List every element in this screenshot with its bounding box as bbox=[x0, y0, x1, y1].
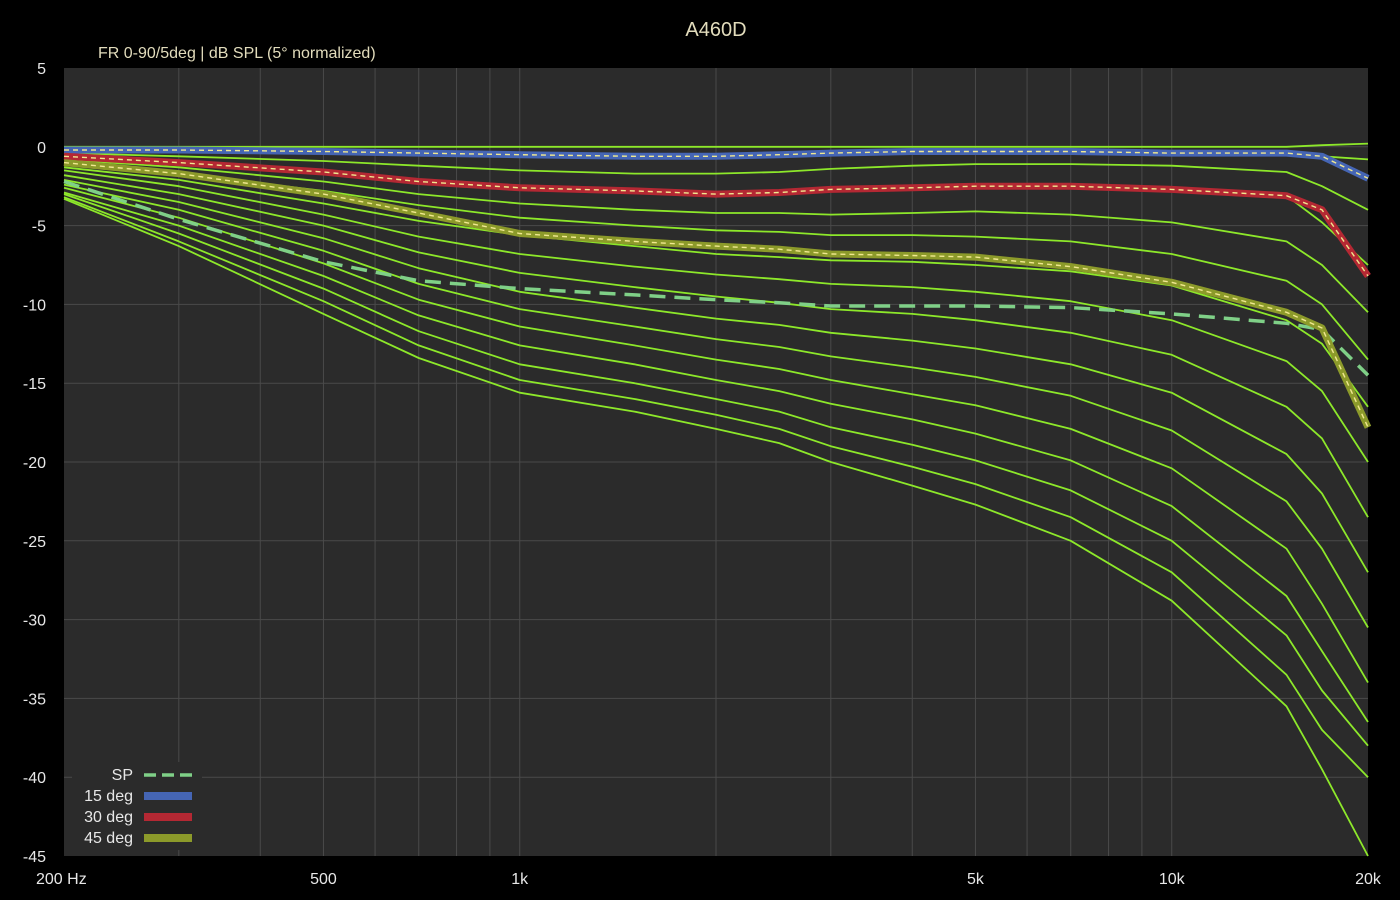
x-tick-label: 500 bbox=[310, 871, 337, 888]
y-tick-label: -30 bbox=[23, 613, 46, 630]
y-tick-label: -45 bbox=[23, 849, 46, 866]
x-tick-label: 20k bbox=[1355, 871, 1382, 888]
x-tick-label: 10k bbox=[1159, 871, 1186, 888]
legend-label: 30 deg bbox=[84, 809, 133, 826]
y-tick-label: -5 bbox=[32, 219, 46, 236]
frequency-response-chart: 5 0 -5 -10 -15 -20 -25 -30 -35 -40 -45 200 Hz 500 1k… bbox=[0, 0, 1400, 900]
legend-label: 45 deg bbox=[84, 830, 133, 847]
y-tick-label: -15 bbox=[23, 376, 46, 393]
y-tick-label: -40 bbox=[23, 770, 46, 787]
chart-title: A460D bbox=[685, 19, 746, 41]
legend-label: 15 deg bbox=[84, 788, 133, 805]
y-tick-label: 5 bbox=[37, 61, 46, 78]
chart-subtitle: FR 0-90/5deg | dB SPL (5° normalized) bbox=[98, 45, 376, 62]
x-tick-label: 200 Hz bbox=[36, 871, 87, 888]
legend-label: SP bbox=[112, 767, 133, 784]
legend: SP 15 deg 30 deg 45 deg bbox=[72, 762, 202, 850]
y-tick-label: -20 bbox=[23, 455, 46, 472]
y-tick-label: 0 bbox=[37, 140, 46, 157]
x-tick-label: 5k bbox=[967, 871, 985, 888]
y-tick-label: -10 bbox=[23, 297, 46, 314]
y-tick-label: -35 bbox=[23, 691, 46, 708]
y-tick-label: -25 bbox=[23, 534, 46, 551]
x-tick-label: 1k bbox=[511, 871, 529, 888]
